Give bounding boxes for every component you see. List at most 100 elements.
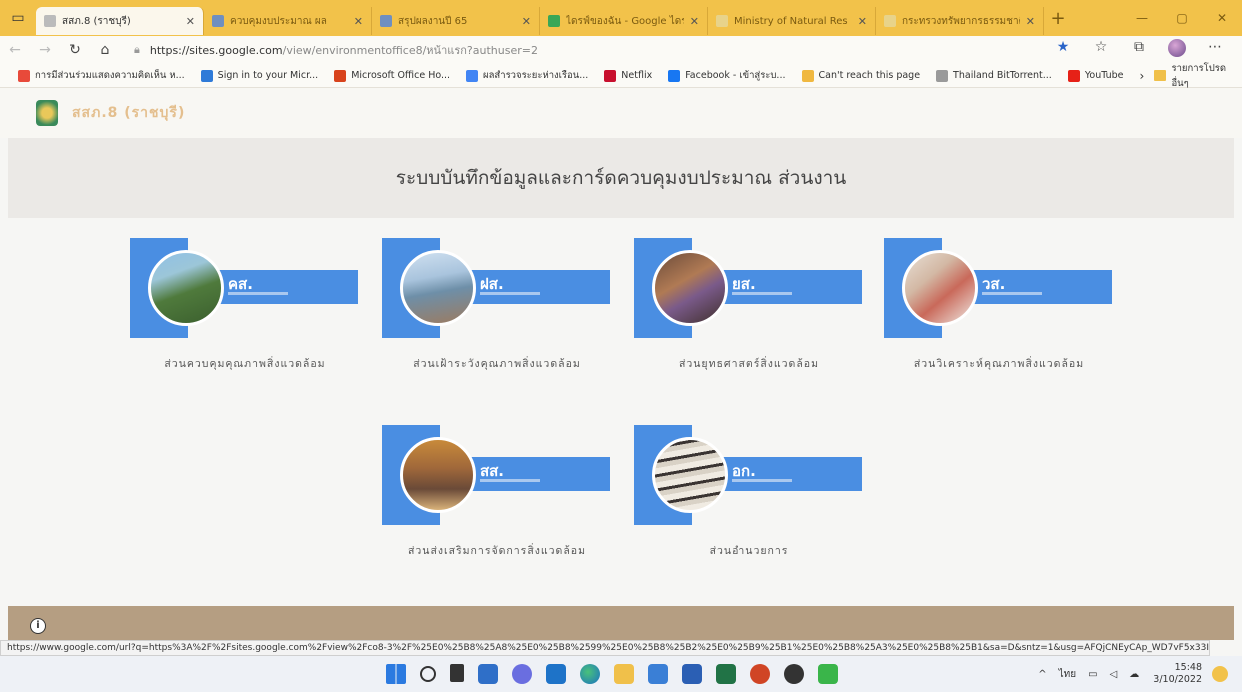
- lock-icon[interactable]: 🔒︎: [134, 43, 140, 57]
- store-icon[interactable]: [648, 664, 668, 684]
- mail-icon[interactable]: [546, 664, 566, 684]
- card-caption[interactable]: ส่วนควบคุมคุณภาพสิ่งแวดล้อม: [130, 355, 360, 372]
- tab-2[interactable]: สรุปผลงานปี 65 ✕: [372, 7, 540, 35]
- card-environment-promotion[interactable]: สส. ส่วนส่งเสริมการจัดการสิ่งแวดล้อม: [382, 425, 612, 560]
- bookmark-item[interactable]: การมีส่วนร่วมแสดงความคิดเห็น ห...: [18, 68, 185, 83]
- card-caption[interactable]: ส่วนวิเคราะห์คุณภาพสิ่งแวดล้อม: [884, 355, 1114, 372]
- folder-label: รายการโปรดอื่นๆ: [1171, 62, 1227, 89]
- task-view-icon[interactable]: [450, 664, 464, 682]
- bookmark-item[interactable]: YouTube: [1067, 69, 1123, 82]
- excel-icon[interactable]: [716, 664, 736, 684]
- network-icon[interactable]: ▭: [1088, 669, 1097, 680]
- bookmark-item[interactable]: Netflix: [604, 69, 653, 82]
- tab-5[interactable]: กระทรวงทรัพยากรธรรมชาติ ✕: [876, 7, 1044, 35]
- minimize-icon[interactable]: —: [1122, 11, 1162, 25]
- status-url: https://www.google.com/url?q=https%3A%2F…: [0, 640, 1210, 656]
- bookmark-item[interactable]: Thailand BitTorrent...: [936, 69, 1052, 82]
- close-icon[interactable]: ✕: [186, 15, 195, 28]
- file-explorer-icon[interactable]: [614, 664, 634, 684]
- bookmark-label: Can't reach this page: [818, 70, 921, 81]
- card-environment-monitoring[interactable]: ฝส. ส่วนเฝ้าระวังคุณภาพสิ่งแวดล้อม: [382, 238, 612, 373]
- site-logo[interactable]: [36, 100, 58, 126]
- language-indicator[interactable]: ไทย: [1059, 667, 1076, 682]
- sheets-icon: [212, 15, 224, 27]
- back-icon[interactable]: ←: [0, 42, 30, 58]
- chevron-up-icon[interactable]: ^: [1038, 669, 1046, 680]
- other-favorites-folder[interactable]: รายการโปรดอื่นๆ: [1154, 61, 1234, 91]
- card-photo: [400, 250, 476, 326]
- url-field[interactable]: 🔒︎ https://sites.google.com /view/enviro…: [134, 41, 1044, 59]
- widgets-icon[interactable]: [478, 664, 498, 684]
- speedometer-icon[interactable]: [784, 664, 804, 684]
- page-icon: [44, 15, 56, 27]
- clock[interactable]: 15:48 3/10/2022: [1153, 662, 1202, 686]
- torrent-icon: [936, 69, 949, 82]
- site-header: สสภ.8 (ราชบุรี): [0, 88, 1242, 138]
- card-environment-strategy[interactable]: ยส. ส่วนยุทธศาสตร์สิ่งแวดล้อม: [634, 238, 864, 373]
- bookmark-label: Sign in to your Micr...: [217, 70, 319, 81]
- card-photo: [652, 437, 728, 513]
- tab-4[interactable]: Ministry of Natural Res ✕: [708, 7, 876, 35]
- bookmark-item[interactable]: ผลสำรวจระยะห่างเรือน...: [466, 68, 588, 83]
- card-caption[interactable]: ส่วนเฝ้าระวังคุณภาพสิ่งแวดล้อม: [382, 355, 612, 372]
- word-icon[interactable]: [682, 664, 702, 684]
- forward-icon[interactable]: →: [30, 42, 60, 58]
- folder-icon: [1154, 70, 1167, 81]
- chat-icon[interactable]: [512, 664, 532, 684]
- home-icon[interactable]: ⌂: [90, 42, 120, 58]
- youtube-icon: [1067, 69, 1080, 82]
- tab-actions-icon[interactable]: ▭: [0, 0, 36, 36]
- volume-icon[interactable]: ◁: [1110, 669, 1118, 680]
- profile-avatar[interactable]: [1158, 39, 1196, 61]
- favorites-icon[interactable]: ☆: [1082, 39, 1120, 61]
- new-tab-button[interactable]: +: [1044, 8, 1072, 29]
- close-icon[interactable]: ✕: [690, 15, 699, 28]
- card-environment-control[interactable]: คส. ส่วนควบคุมคุณภาพสิ่งแวดล้อม: [130, 238, 360, 373]
- card-caption[interactable]: ส่วนส่งเสริมการจัดการสิ่งแวดล้อม: [382, 542, 612, 559]
- address-bar: ← → ↻ ⌂ 🔒︎ https://sites.google.com /vie…: [0, 36, 1242, 64]
- cloud-icon[interactable]: ☁: [1129, 669, 1139, 680]
- search-icon[interactable]: [420, 666, 436, 682]
- card-caption[interactable]: ส่วนยุทธศาสตร์สิ่งแวดล้อม: [634, 355, 864, 372]
- tab-label: กระทรวงทรัพยากรธรรมชาติ: [902, 15, 1020, 27]
- clock-date: 3/10/2022: [1153, 674, 1202, 685]
- powerpoint-icon[interactable]: [750, 664, 770, 684]
- refresh-icon[interactable]: ↻: [60, 42, 90, 58]
- close-icon[interactable]: ✕: [858, 15, 867, 28]
- notification-icon[interactable]: [1212, 666, 1228, 682]
- bookmark-item[interactable]: Can't reach this page: [801, 69, 921, 82]
- collections-icon[interactable]: ⧉: [1120, 39, 1158, 61]
- line-icon[interactable]: [818, 664, 838, 684]
- site-name[interactable]: สสภ.8 (ราชบุรี): [72, 102, 185, 124]
- close-window-icon[interactable]: ✕: [1202, 11, 1242, 25]
- office-icon: [334, 69, 347, 82]
- tab-1[interactable]: ควบคุมงบประมาณ ผล ✕: [204, 7, 372, 35]
- taskbar: ^ ไทย ▭ ◁ ☁ 15:48 3/10/2022: [0, 656, 1242, 692]
- warning-icon: [801, 69, 814, 82]
- ministry-icon: [716, 15, 728, 27]
- bookmark-item[interactable]: Microsoft Office Ho...: [334, 69, 450, 82]
- tab-0[interactable]: สสภ.8 (ราชบุรี) ✕: [36, 7, 204, 35]
- url-path: /view/environmentoffice8/หน้าแรก?authuse…: [282, 44, 538, 57]
- tab-3[interactable]: ไดรฟ์ของฉัน - Google ไดรฟ์ ✕: [540, 7, 708, 35]
- maximize-icon[interactable]: ▢: [1162, 11, 1202, 25]
- window-controls: — ▢ ✕: [1122, 11, 1242, 25]
- card-environment-analysis[interactable]: วส. ส่วนวิเคราะห์คุณภาพสิ่งแวดล้อม: [884, 238, 1114, 373]
- chevron-right-icon[interactable]: ›: [1139, 69, 1144, 83]
- start-icon[interactable]: [386, 664, 406, 684]
- site-footer: [8, 606, 1234, 640]
- close-icon[interactable]: ✕: [1026, 15, 1035, 28]
- card-administration[interactable]: อก. ส่วนอำนวยการ: [634, 425, 864, 560]
- bookmark-item[interactable]: Sign in to your Micr...: [200, 69, 319, 82]
- card-photo: [902, 250, 978, 326]
- edge-icon[interactable]: [580, 664, 600, 684]
- more-menu-icon[interactable]: ⋯: [1196, 39, 1234, 61]
- close-icon[interactable]: ✕: [354, 15, 363, 28]
- tab-label: สรุปผลงานปี 65: [398, 15, 468, 27]
- bookmark-label: Netflix: [621, 70, 653, 81]
- close-icon[interactable]: ✕: [522, 15, 531, 28]
- bookmark-item[interactable]: Facebook - เข้าสู่ระบ...: [668, 68, 786, 83]
- card-caption[interactable]: ส่วนอำนวยการ: [634, 542, 864, 559]
- favorite-star-icon[interactable]: ★: [1044, 39, 1082, 61]
- info-icon[interactable]: i: [30, 618, 46, 634]
